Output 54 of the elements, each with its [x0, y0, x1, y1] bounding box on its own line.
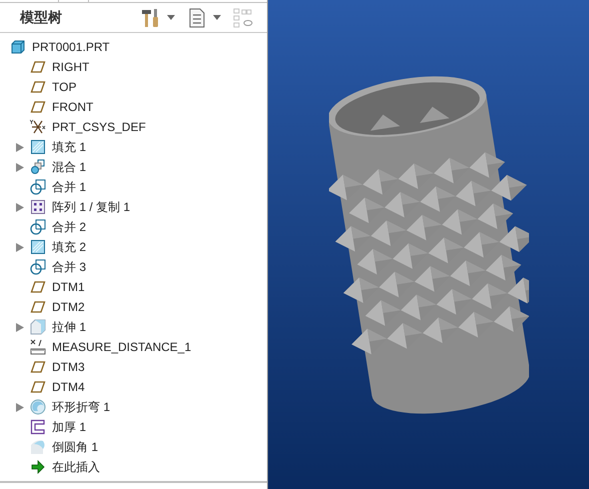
tree-item[interactable]: 加厚 1 — [52, 418, 86, 436]
caret-icon[interactable] — [212, 12, 222, 22]
merge-icon — [30, 259, 46, 275]
tree-item[interactable]: 填充 1 — [52, 138, 86, 156]
expand-arrow-icon[interactable] — [16, 142, 24, 152]
plane-icon — [30, 79, 46, 95]
tree-item[interactable]: 混合 1 — [52, 158, 86, 176]
tree-item[interactable]: DTM4 — [52, 378, 85, 396]
filled-square-icon — [30, 239, 46, 255]
merge-icon — [30, 179, 46, 195]
tree-item[interactable]: 环形折弯 1 — [52, 398, 110, 416]
tree-item[interactable]: MEASURE_DISTANCE_1 — [52, 338, 192, 356]
pattern-grid-icon — [30, 199, 46, 215]
tree-item[interactable]: 在此插入 — [52, 458, 100, 476]
tree-item[interactable]: RIGHT — [52, 58, 90, 76]
filled-square-icon — [30, 139, 46, 155]
plane-icon — [30, 279, 46, 295]
tree-item[interactable]: PRT0001.PRT — [32, 38, 110, 56]
blend-icon — [30, 159, 46, 175]
expand-arrow-icon[interactable] — [16, 242, 24, 252]
tree-item[interactable]: DTM2 — [52, 298, 85, 316]
round-edge-icon — [30, 439, 46, 455]
expand-arrow-icon[interactable] — [16, 322, 24, 332]
tree-item[interactable]: 合并 2 — [52, 218, 86, 236]
tree-item[interactable]: DTM1 — [52, 278, 85, 296]
plane-icon — [30, 379, 46, 395]
plane-icon — [30, 359, 46, 375]
ruler-icon — [30, 339, 46, 355]
expand-arrow-icon[interactable] — [16, 162, 24, 172]
tree-item[interactable]: 倒圆角 1 — [52, 438, 98, 456]
axes-icon — [30, 119, 46, 135]
plane-icon — [30, 59, 46, 75]
extruded-block-icon — [30, 319, 46, 335]
bend-icon — [30, 399, 46, 415]
expand-arrow-icon[interactable] — [16, 402, 24, 412]
thicken-icon — [30, 419, 46, 435]
cube-icon — [10, 39, 26, 55]
expand-arrow-icon[interactable] — [16, 202, 24, 212]
tree-item[interactable]: 合并 3 — [52, 258, 86, 276]
arrow-icon — [30, 459, 46, 475]
tree-item[interactable]: 合并 1 — [52, 178, 86, 196]
merge-icon — [30, 219, 46, 235]
plane-icon — [30, 299, 46, 315]
caret-icon[interactable] — [166, 12, 176, 22]
tree-item[interactable]: TOP — [52, 78, 76, 96]
tree-item[interactable]: 拉伸 1 — [52, 318, 86, 336]
tree-view-icon[interactable] — [231, 6, 255, 28]
tree-item[interactable]: 填充 2 — [52, 238, 86, 256]
plane-icon — [30, 99, 46, 115]
tree-item[interactable]: FRONT — [52, 98, 94, 116]
tree-item[interactable]: DTM3 — [52, 358, 85, 376]
panel-title: 模型树 — [20, 8, 62, 27]
tree-item[interactable]: 阵列 1 / 复制 1 — [52, 198, 130, 216]
tree-item[interactable]: PRT_CSYS_DEF — [52, 118, 146, 136]
